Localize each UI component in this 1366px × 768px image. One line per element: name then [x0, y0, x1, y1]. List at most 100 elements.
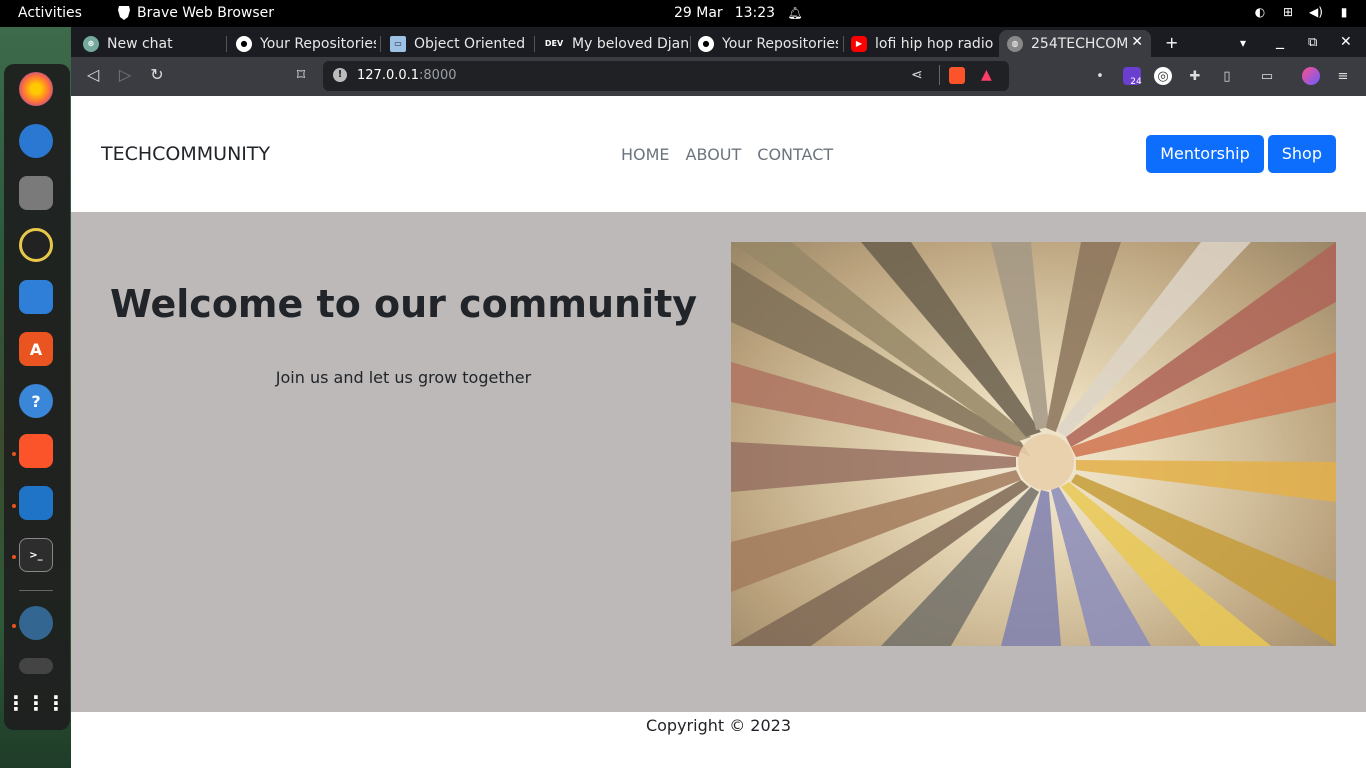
extension-face-icon[interactable]: ◎ [1154, 67, 1172, 85]
url-host: 127.0.0.1 [357, 68, 420, 83]
notification-bell-icon: 🔔︎ [787, 6, 803, 20]
dock: A ? >_ ⋮⋮⋮ [4, 64, 70, 730]
urlbar-divider [939, 65, 940, 85]
activities-button[interactable]: Activities [18, 5, 82, 21]
show-apps-grid-icon[interactable]: ⋮⋮⋮ [6, 686, 66, 720]
app-center-icon[interactable]: A [19, 332, 53, 366]
running-indicator [12, 624, 16, 628]
nav-buttons: Mentorship Shop [1146, 135, 1336, 173]
hero-section: Welcome to our community Join us and let… [71, 212, 1366, 712]
reload-icon[interactable]: ↻ [146, 65, 168, 84]
tab-label: New chat [107, 35, 173, 52]
nav-contact-link[interactable]: CONTACT [757, 145, 833, 164]
time-label: 13:23 [734, 5, 776, 21]
thunderbird-icon[interactable] [19, 124, 53, 158]
book-icon: ▭ [390, 35, 406, 52]
web-page: TECHCOMMUNITY HOME ABOUT CONTACT Mentors… [71, 96, 1366, 768]
extension-badge-count: 24 [1130, 77, 1142, 87]
hero-subtitle: Join us and let us grow together [275, 368, 532, 387]
address-bar[interactable]: ! 127.0.0.1:8000 ⋖ ▲ [323, 61, 1009, 91]
firefox-icon[interactable] [19, 72, 53, 106]
mentorship-button[interactable]: Mentorship [1146, 135, 1264, 173]
tab-list-chevron-icon[interactable]: ▾ [1240, 36, 1246, 50]
tab-separator [690, 36, 691, 52]
site-brand[interactable]: TECHCOMMUNITY [101, 143, 270, 165]
sidebar-icon[interactable]: ▯ [1218, 67, 1236, 85]
tab-lofi[interactable]: ▶ lofi hip hop radio [851, 30, 993, 57]
browser-toolbar: ◁ ▷ ↻ ⌑ ! 127.0.0.1:8000 ⋖ ▲ • 24 ◎ ✚ ▯ … [71, 57, 1366, 96]
restore-icon[interactable]: ⧉ [1308, 35, 1317, 50]
network-icon: ⊞ [1282, 5, 1294, 19]
files-icon[interactable] [19, 176, 53, 210]
tab-label: Your Repositories [722, 35, 838, 52]
system-tray[interactable]: ◐ ⊞ ◀) ▮ [1252, 4, 1352, 20]
running-indicator [12, 504, 16, 508]
tab-close-icon[interactable]: ✕ [1131, 34, 1143, 50]
app-menu[interactable]: Brave Web Browser [117, 5, 274, 21]
extension-dot-icon[interactable]: • [1091, 67, 1109, 85]
volume-icon: ◀) [1309, 5, 1323, 19]
nav-about-link[interactable]: ABOUT [686, 145, 742, 164]
date-label: 29 Mar [674, 5, 723, 21]
nav-home-link[interactable]: HOME [621, 145, 670, 164]
url-port: :8000 [419, 68, 457, 83]
dock-separator [19, 590, 53, 591]
forward-icon[interactable]: ▷ [114, 65, 136, 84]
rhythmbox-icon[interactable] [19, 228, 53, 262]
site-footer: Copyright © 2023 [71, 712, 1366, 768]
profile-avatar[interactable] [1302, 67, 1320, 85]
tab-label: 254TECHCOM [1031, 35, 1129, 52]
hands-illustration [731, 242, 1336, 646]
github-icon: ● [698, 35, 714, 52]
bookmark-icon[interactable]: ⌑ [290, 65, 312, 84]
back-icon[interactable]: ◁ [82, 65, 104, 84]
dev-icon: DEV [544, 39, 564, 48]
pgadmin-elephant-icon[interactable] [19, 606, 53, 640]
system-top-bar: Activities Brave Web Browser 29 Mar 13:2… [0, 0, 1366, 27]
tab-separator [226, 36, 227, 52]
tab-separator [843, 36, 844, 52]
tab-separator [380, 36, 381, 52]
tab-new-chat[interactable]: ⊛ New chat [83, 30, 223, 57]
new-tab-icon[interactable]: + [1165, 33, 1178, 52]
shop-button[interactable]: Shop [1267, 135, 1336, 173]
extension-badge-icon[interactable]: 24 [1123, 67, 1142, 87]
clock[interactable]: 29 Mar 13:23 🔔︎ [674, 5, 803, 21]
close-window-icon[interactable]: ✕ [1340, 34, 1352, 50]
hero-title: Welcome to our community [109, 282, 698, 326]
tab-repositories[interactable]: ● Your Repositories [236, 30, 376, 57]
share-icon[interactable]: ⋖ [911, 67, 923, 83]
tab-django[interactable]: DEV My beloved Djang [544, 30, 688, 57]
help-icon[interactable]: ? [19, 384, 53, 418]
tab-label: lofi hip hop radio [875, 35, 993, 52]
menu-icon[interactable]: ≡ [1334, 67, 1352, 85]
tab-repositories-2[interactable]: ● Your Repositories [698, 30, 838, 57]
tab-label: Your Repositories [260, 35, 376, 52]
writer-icon[interactable] [19, 280, 53, 314]
hero-text: Welcome to our community Join us and let… [71, 282, 736, 387]
copyright-text: Copyright © 2023 [645, 716, 792, 735]
tab-label: My beloved Djang [572, 35, 688, 52]
battery-icon: ▮ [1340, 5, 1348, 19]
brave-shields-icon[interactable] [949, 67, 965, 84]
brave-icon[interactable] [19, 434, 53, 468]
terminal-icon[interactable]: >_ [19, 538, 53, 572]
extensions-puzzle-icon[interactable]: ✚ [1186, 67, 1204, 85]
app-name: Brave Web Browser [137, 5, 274, 21]
drive-icon[interactable] [19, 658, 53, 674]
minimize-icon[interactable]: _ [1276, 30, 1284, 49]
tab-active-techcommunity[interactable]: ◍ 254TECHCOM ✕ [999, 30, 1151, 57]
vscode-icon[interactable] [19, 486, 53, 520]
brave-lion-icon [118, 6, 130, 20]
brave-rewards-icon[interactable]: ▲ [981, 67, 992, 83]
github-icon: ● [236, 35, 252, 52]
status-circle-icon: ◐ [1254, 5, 1266, 19]
running-indicator [12, 452, 16, 456]
wallet-icon[interactable]: ▭ [1258, 67, 1276, 85]
nav-links: HOME ABOUT CONTACT [621, 145, 833, 164]
site-info-icon[interactable]: ! [333, 68, 347, 82]
running-indicator [12, 555, 16, 559]
hero-image-hands-together [731, 242, 1336, 646]
tab-object-oriented[interactable]: ▭ Object Oriented [390, 30, 530, 57]
globe-icon: ◍ [1007, 35, 1023, 52]
